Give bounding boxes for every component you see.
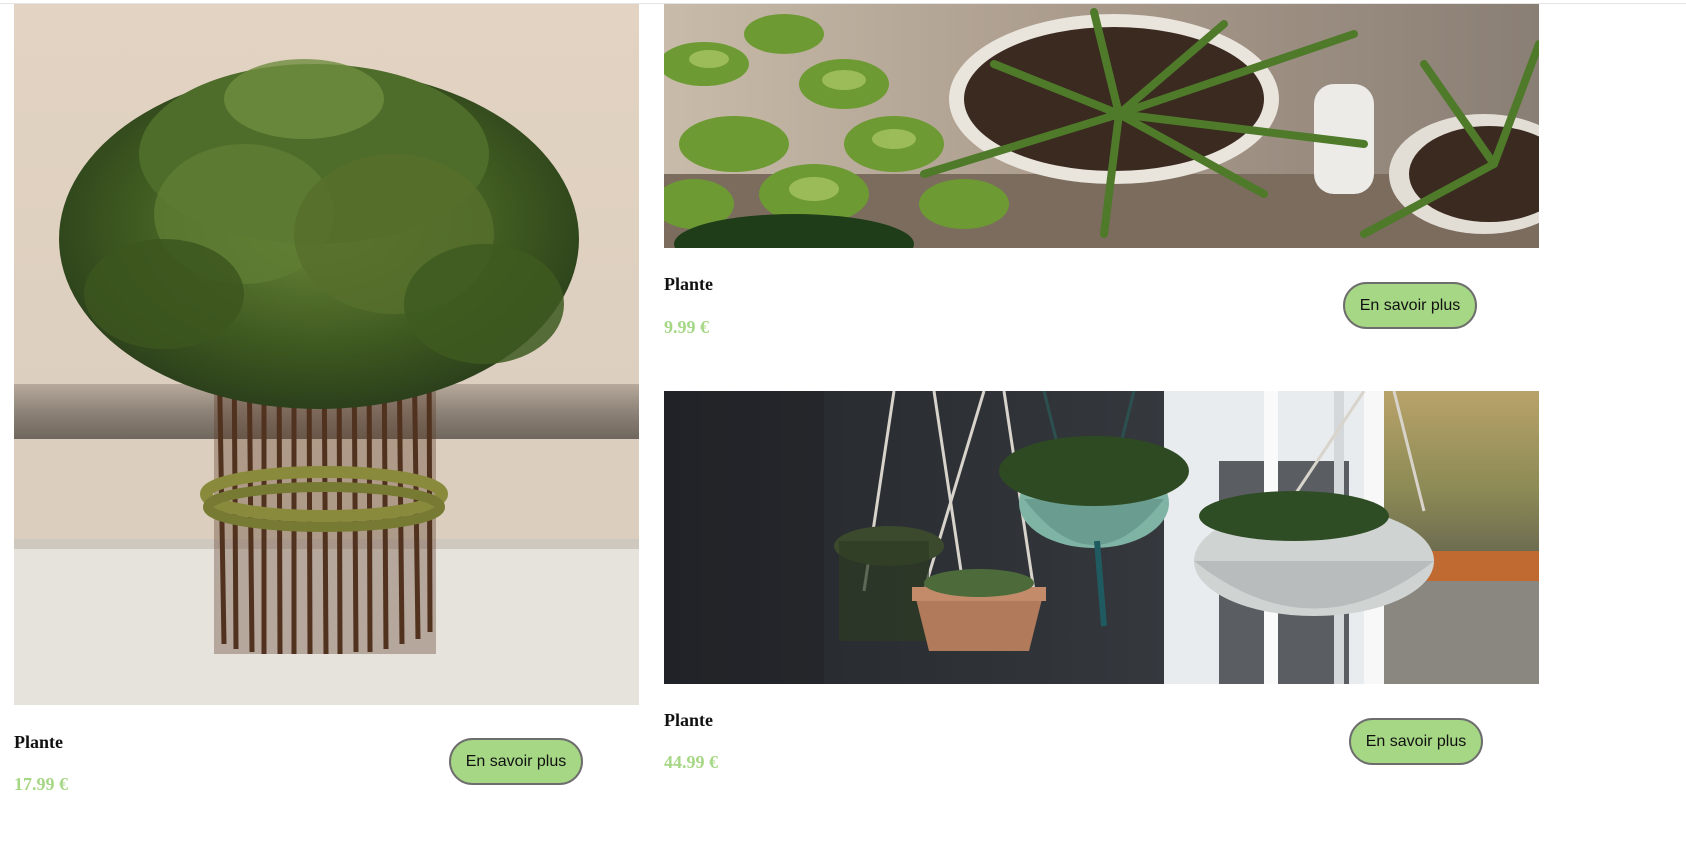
product-name: Plante bbox=[14, 732, 63, 752]
product-name: Plante bbox=[664, 274, 713, 294]
product-image-hanging-planters bbox=[664, 391, 1539, 684]
product-image-boxwood bbox=[14, 4, 639, 705]
product-price: 17.99 € bbox=[14, 774, 68, 794]
product-price: 9.99 € bbox=[664, 317, 709, 337]
learn-more-button[interactable]: En savoir plus bbox=[449, 738, 583, 785]
learn-more-button[interactable]: En savoir plus bbox=[1343, 282, 1477, 329]
product-image-spider-plants bbox=[664, 4, 1539, 248]
learn-more-button[interactable]: En savoir plus bbox=[1349, 718, 1483, 765]
product-price: 44.99 € bbox=[664, 752, 718, 772]
product-name: Plante bbox=[664, 710, 713, 730]
